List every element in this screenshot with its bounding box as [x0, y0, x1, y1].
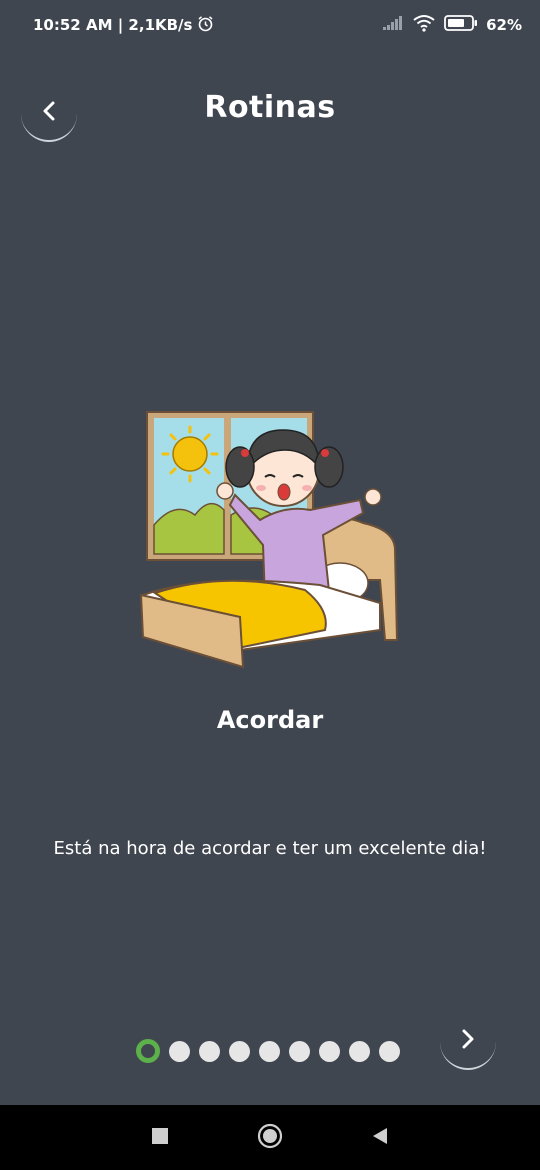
battery-icon	[444, 15, 478, 35]
page-dot[interactable]	[289, 1040, 310, 1062]
status-time: 10:52 AM | 2,1KB/s	[33, 16, 193, 34]
page-dot[interactable]	[229, 1040, 250, 1062]
routine-name: Acordar	[216, 706, 324, 734]
square-icon[interactable]	[151, 1127, 169, 1149]
signal-icon	[382, 15, 404, 35]
page-dot[interactable]	[349, 1040, 370, 1062]
next-arrow-icon	[460, 1028, 476, 1054]
wifi-icon	[412, 14, 436, 36]
battery-percent: 62%	[486, 16, 522, 34]
next-button[interactable]	[440, 1014, 496, 1070]
routine-description: Está na hora de acordar e ter um excelen…	[53, 838, 487, 859]
page-indicator	[136, 1038, 400, 1064]
alarm-icon	[197, 15, 214, 36]
page-dot[interactable]	[259, 1040, 280, 1062]
status-right: 62%	[382, 14, 522, 36]
page-dot[interactable]	[169, 1040, 190, 1062]
header: Rotinas	[0, 70, 540, 150]
page-dot-active[interactable]	[136, 1039, 160, 1063]
page-dot[interactable]	[319, 1040, 340, 1062]
circle-home-icon[interactable]	[257, 1123, 283, 1153]
wake-up-illustration	[135, 405, 400, 670]
status-left: 10:52 AM | 2,1KB/s	[33, 15, 214, 36]
page-title: Rotinas	[204, 90, 336, 125]
status-bar: 10:52 AM | 2,1KB/s 62%	[0, 0, 540, 50]
system-nav-bar	[0, 1105, 540, 1170]
page-dot[interactable]	[379, 1040, 400, 1062]
page-dot[interactable]	[199, 1040, 220, 1062]
triangle-back-icon[interactable]	[371, 1126, 389, 1150]
